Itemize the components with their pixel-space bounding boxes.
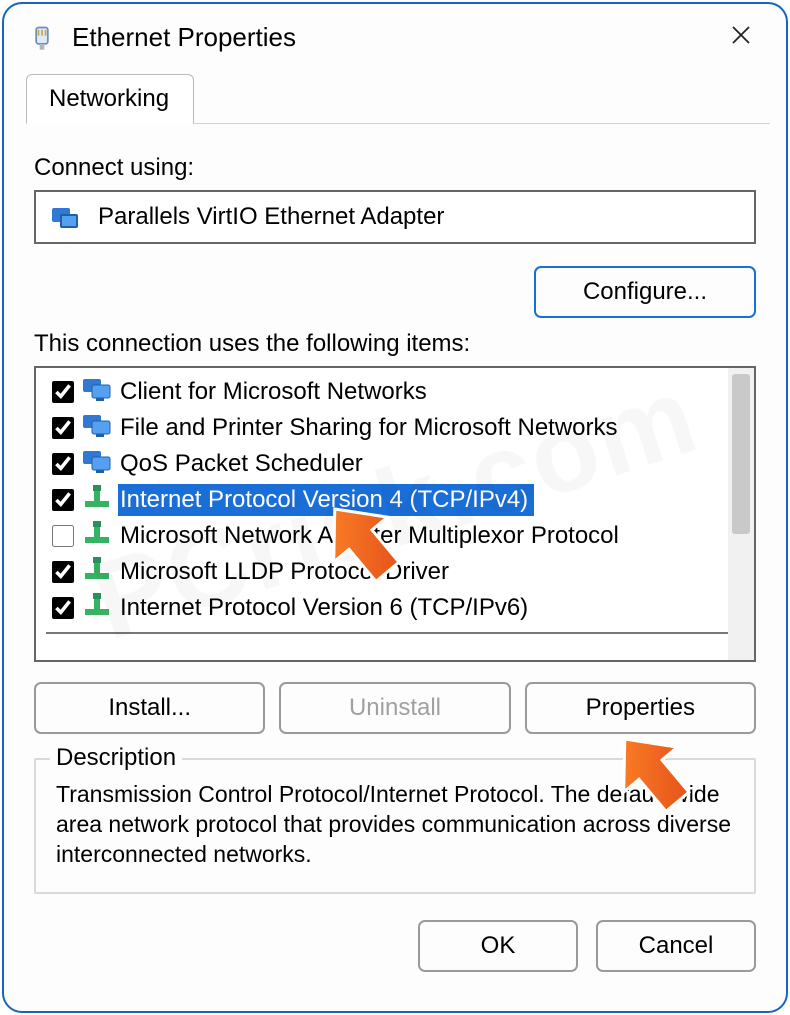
close-icon (730, 24, 752, 46)
adapter-field[interactable]: Parallels VirtIO Ethernet Adapter (34, 190, 756, 244)
list-item[interactable]: Internet Protocol Version 4 (TCP/IPv4) (46, 482, 728, 518)
description-group: Description Transmission Control Protoco… (34, 758, 756, 894)
items-listbox: Client for Microsoft Networks File and P… (34, 366, 756, 662)
list-item-label: Microsoft Network Adapter Multiplexor Pr… (118, 520, 625, 552)
list-item-label: Microsoft LLDP Protocol Driver (118, 556, 455, 588)
list-item-label: File and Printer Sharing for Microsoft N… (118, 412, 624, 444)
configure-button[interactable]: Configure... (534, 266, 756, 318)
items-list-label: This connection uses the following items… (34, 330, 756, 358)
network-protocol-icon (82, 519, 118, 554)
list-item[interactable]: Client for Microsoft Networks (46, 374, 728, 410)
tab-networking[interactable]: Networking (26, 74, 194, 124)
monitor-icon (82, 375, 118, 410)
list-item[interactable]: Internet Protocol Version 6 (TCP/IPv6) (46, 590, 728, 626)
scrollbar[interactable] (728, 368, 754, 660)
list-item[interactable]: Microsoft Network Adapter Multiplexor Pr… (46, 518, 728, 554)
network-protocol-icon (82, 483, 118, 518)
cancel-button[interactable]: Cancel (596, 920, 756, 972)
list-divider (46, 632, 728, 650)
list-item-checkbox[interactable] (52, 597, 74, 619)
list-item-label: Internet Protocol Version 6 (TCP/IPv6) (118, 592, 534, 624)
titlebar: Ethernet Properties (4, 4, 786, 67)
list-item-label: Internet Protocol Version 4 (TCP/IPv4) (118, 484, 534, 516)
list-item-checkbox[interactable] (52, 561, 74, 583)
monitor-icon (82, 447, 118, 482)
list-item-checkbox[interactable] (52, 417, 74, 439)
window-title: Ethernet Properties (72, 22, 296, 53)
description-text: Transmission Control Protocol/Internet P… (56, 780, 734, 870)
adapter-name: Parallels VirtIO Ethernet Adapter (98, 203, 444, 231)
list-item[interactable]: File and Printer Sharing for Microsoft N… (46, 410, 728, 446)
list-item[interactable]: QoS Packet Scheduler (46, 446, 728, 482)
list-item-checkbox[interactable] (52, 381, 74, 403)
network-protocol-icon (82, 555, 118, 590)
install-button[interactable]: Install... (34, 682, 265, 734)
ethernet-plug-icon (28, 24, 56, 52)
uninstall-button: Uninstall (279, 682, 510, 734)
list-item-checkbox[interactable] (52, 453, 74, 475)
list-item-label: Client for Microsoft Networks (118, 376, 433, 408)
network-protocol-icon (82, 591, 118, 626)
list-item-checkbox[interactable] (52, 489, 74, 511)
list-item-checkbox[interactable] (52, 525, 74, 547)
connect-using-label: Connect using: (34, 154, 756, 182)
network-adapter-icon (50, 202, 84, 232)
scrollbar-thumb[interactable] (732, 374, 750, 534)
close-button[interactable] (718, 18, 764, 57)
properties-button[interactable]: Properties (525, 682, 756, 734)
description-group-label: Description (50, 744, 182, 772)
ok-button[interactable]: OK (418, 920, 578, 972)
monitor-icon (82, 411, 118, 446)
list-item-label: QoS Packet Scheduler (118, 448, 369, 480)
dialog-window: Ethernet Properties Networking Connect u… (2, 2, 788, 1013)
tabstrip: Networking (26, 73, 770, 124)
list-item[interactable]: Microsoft LLDP Protocol Driver (46, 554, 728, 590)
